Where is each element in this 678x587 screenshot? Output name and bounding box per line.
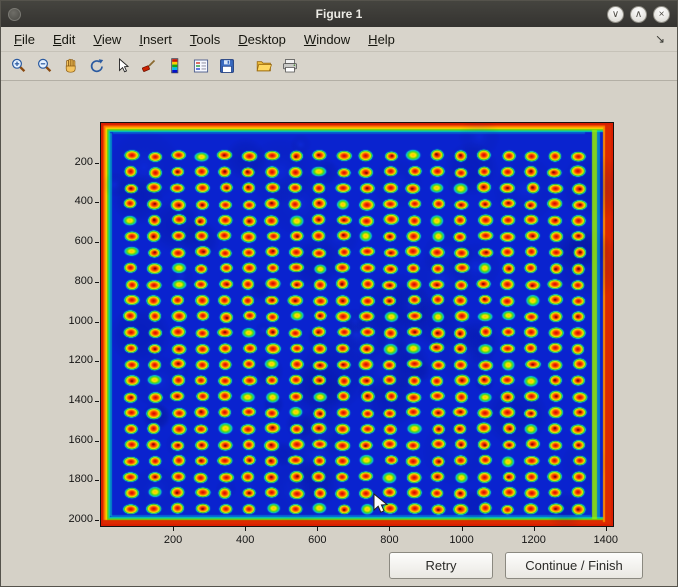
rotate-3d-icon[interactable] bbox=[84, 55, 109, 78]
menu-edit[interactable]: Edit bbox=[44, 30, 84, 49]
y-tick-label: 1800 bbox=[51, 473, 93, 485]
y-tick-mark bbox=[95, 520, 99, 521]
minimize-button[interactable]: ∨ bbox=[607, 6, 624, 23]
y-tick-label: 1400 bbox=[51, 394, 93, 406]
menubar: FileEditViewInsertToolsDesktopWindowHelp… bbox=[1, 27, 677, 52]
maximize-button[interactable]: ∧ bbox=[630, 6, 647, 23]
y-tick-label: 400 bbox=[51, 195, 93, 207]
x-tick-mark bbox=[462, 527, 463, 531]
zoom-in-icon[interactable] bbox=[6, 55, 31, 78]
y-tick-label: 200 bbox=[51, 156, 93, 168]
y-tick-label: 2000 bbox=[51, 513, 93, 525]
continue-finish-button[interactable]: Continue / Finish bbox=[505, 552, 643, 579]
data-cursor-icon[interactable] bbox=[110, 55, 135, 78]
colorbar-icon[interactable] bbox=[162, 55, 187, 78]
window-menu-icon[interactable] bbox=[8, 8, 21, 21]
x-tick-label: 600 bbox=[295, 534, 339, 546]
x-tick-label: 1200 bbox=[512, 534, 556, 546]
pan-icon[interactable] bbox=[58, 55, 83, 78]
menu-view[interactable]: View bbox=[84, 30, 130, 49]
y-tick-mark bbox=[95, 361, 99, 362]
figure-toolbar bbox=[1, 52, 677, 81]
save-icon[interactable] bbox=[214, 55, 239, 78]
axes[interactable] bbox=[100, 122, 614, 527]
x-tick-mark bbox=[389, 527, 390, 531]
x-tick-mark bbox=[173, 527, 174, 531]
zoom-out-icon[interactable] bbox=[32, 55, 57, 78]
x-tick-mark bbox=[245, 527, 246, 531]
x-tick-label: 200 bbox=[151, 534, 195, 546]
x-tick-label: 1000 bbox=[440, 534, 484, 546]
menu-desktop[interactable]: Desktop bbox=[229, 30, 295, 49]
y-tick-label: 600 bbox=[51, 235, 93, 247]
print-icon[interactable] bbox=[277, 55, 302, 78]
window-title: Figure 1 bbox=[1, 7, 677, 21]
x-tick-mark bbox=[606, 527, 607, 531]
y-tick-mark bbox=[95, 202, 99, 203]
x-tick-label: 400 bbox=[223, 534, 267, 546]
y-tick-mark bbox=[95, 480, 99, 481]
menu-window[interactable]: Window bbox=[295, 30, 359, 49]
menu-file[interactable]: File bbox=[5, 30, 44, 49]
y-tick-mark bbox=[95, 441, 99, 442]
y-tick-mark bbox=[95, 242, 99, 243]
y-tick-mark bbox=[95, 282, 99, 283]
figure-content: Retry Continue / Finish 200 400 600 800 1000… bbox=[1, 81, 677, 587]
legend-icon[interactable] bbox=[188, 55, 213, 78]
x-tick-mark bbox=[317, 527, 318, 531]
y-tick-label: 1600 bbox=[51, 434, 93, 446]
y-tick-mark bbox=[95, 401, 99, 402]
menu-tools[interactable]: Tools bbox=[181, 30, 229, 49]
figure-window: Figure 1 ∨ ∧ × FileEditViewInsertToolsDesk… bbox=[0, 0, 678, 587]
dock-figure-icon[interactable]: ↘ bbox=[647, 32, 673, 46]
y-tick-label: 1200 bbox=[51, 354, 93, 366]
brush-icon[interactable] bbox=[136, 55, 161, 78]
menu-insert[interactable]: Insert bbox=[130, 30, 181, 49]
heatmap-image[interactable] bbox=[101, 123, 613, 526]
open-icon[interactable] bbox=[251, 55, 276, 78]
close-button[interactable]: × bbox=[653, 6, 670, 23]
window-controls: ∨ ∧ × bbox=[607, 6, 670, 23]
x-tick-mark bbox=[534, 527, 535, 531]
menu-help[interactable]: Help bbox=[359, 30, 404, 49]
y-tick-mark bbox=[95, 163, 99, 164]
y-tick-label: 800 bbox=[51, 275, 93, 287]
titlebar[interactable]: Figure 1 ∨ ∧ × bbox=[1, 1, 677, 27]
y-tick-mark bbox=[95, 322, 99, 323]
x-tick-label: 1400 bbox=[584, 534, 628, 546]
menubar-items: FileEditViewInsertToolsDesktopWindowHelp bbox=[5, 30, 404, 49]
retry-button[interactable]: Retry bbox=[389, 552, 493, 579]
x-tick-label: 800 bbox=[367, 534, 411, 546]
y-tick-label: 1000 bbox=[51, 315, 93, 327]
